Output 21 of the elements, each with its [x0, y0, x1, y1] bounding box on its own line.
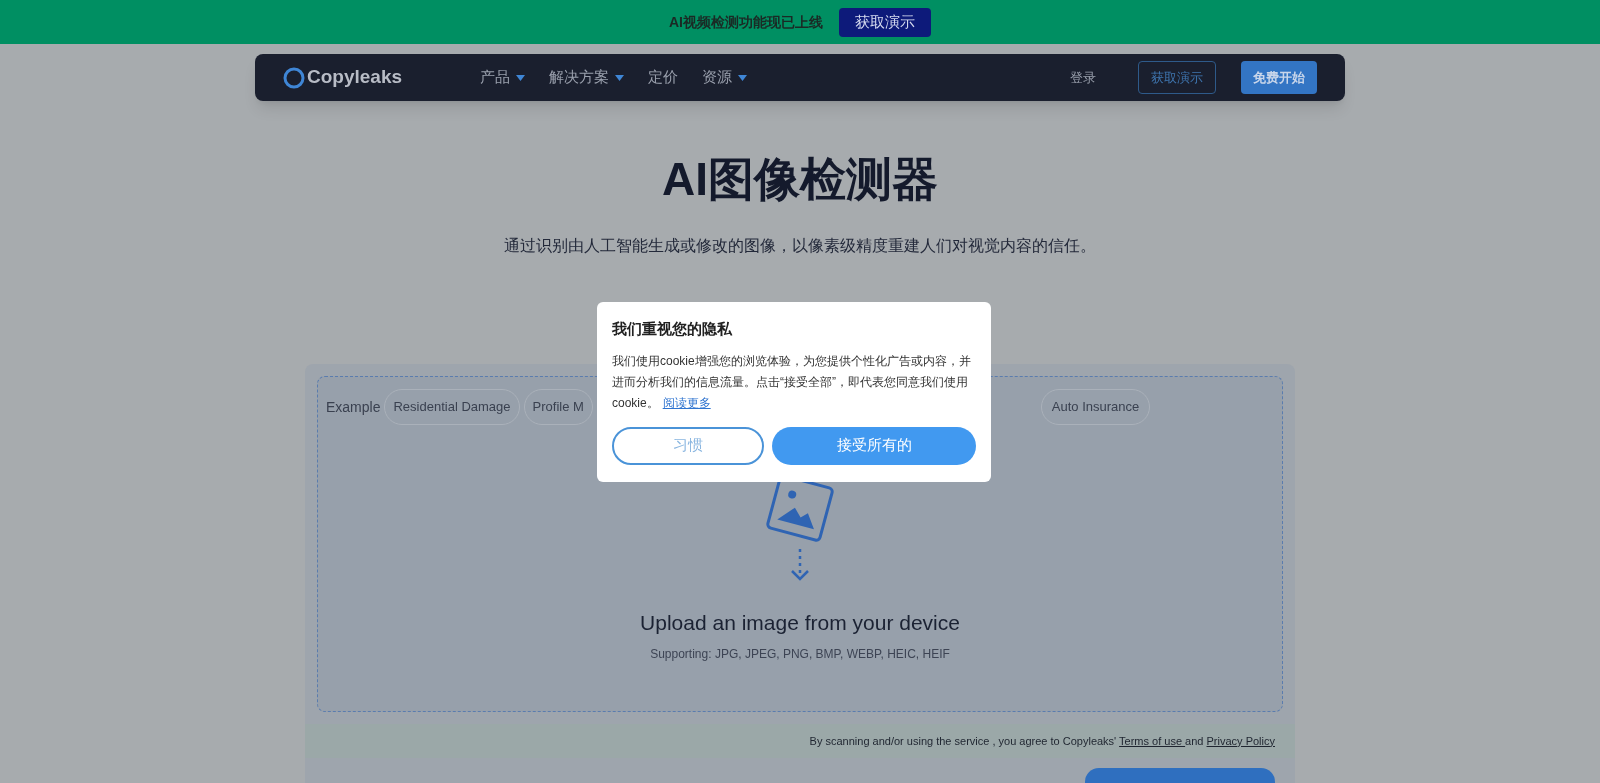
login-link[interactable]: 登录 — [1070, 67, 1096, 88]
dialog-title: 我们重视您的隐私 — [612, 319, 733, 339]
nav-item[interactable]: 解决方案 — [549, 66, 625, 89]
read-more-link[interactable]: 阅读更多 — [662, 395, 711, 410]
nav-item[interactable]: 资源 — [702, 66, 748, 89]
terms-text: By scanning and/or using the service , you agree to Copyleaks' Terms of use and Privacy Policy — [809, 733, 1275, 749]
example-label: Example — [326, 397, 381, 417]
logo-text: Copyleaks — [307, 65, 403, 90]
start-button[interactable]: 免费开始 — [1241, 61, 1317, 94]
logo-icon — [283, 66, 305, 89]
nav-item[interactable]: 产品 — [480, 66, 526, 89]
nav-item[interactable]: 定价 — [648, 66, 679, 89]
terms-link[interactable]: Terms of use — [1119, 734, 1186, 747]
privacy-link[interactable]: Privacy Policy — [1206, 734, 1275, 747]
page-subtitle: 通过识别由人工智能生成或修改的图像，以像素级精度重建人们对视觉内容的信任。 — [504, 236, 1096, 256]
page-title: AI图像检测器 — [662, 152, 938, 207]
upload-heading: Upload an image from your device — [640, 610, 960, 636]
demo-nav-button[interactable]: 获取演示 — [1138, 61, 1216, 94]
banner-text: AI视频检测功能现已上线 — [669, 12, 823, 32]
formats-text: Supporting: JPG, JPEG, PNG, BMP, WEBP, HEIC, HEIF — [650, 645, 950, 663]
demo-button[interactable]: 获取演示 — [839, 7, 931, 37]
